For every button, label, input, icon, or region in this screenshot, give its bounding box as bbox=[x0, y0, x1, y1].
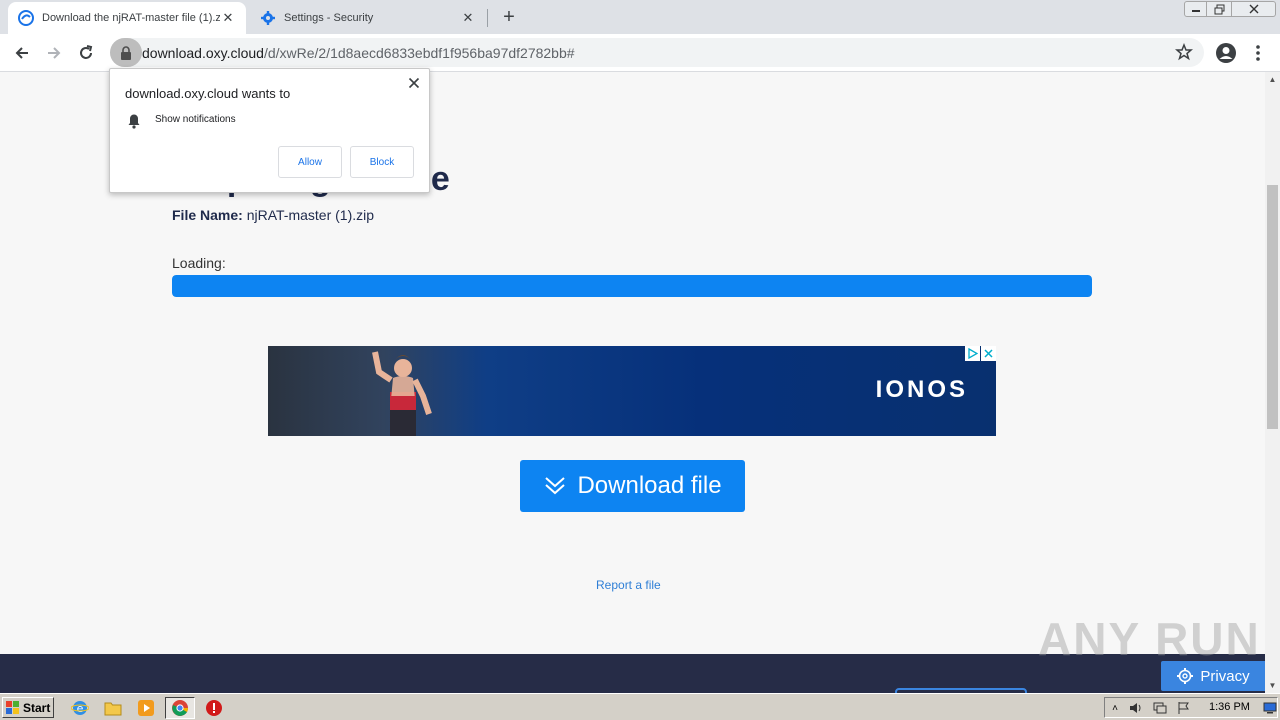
tab-strip: Download the njRAT-master file (1).zip ✕… bbox=[0, 0, 1280, 34]
restore-icon bbox=[1214, 4, 1224, 14]
loading-progress-bar bbox=[172, 275, 1092, 297]
chrome-taskbar-button[interactable] bbox=[165, 697, 195, 719]
media-player-icon[interactable] bbox=[136, 698, 156, 718]
loading-label: Loading: bbox=[172, 255, 226, 271]
arrow-left-icon bbox=[15, 47, 28, 59]
scrollbar-thumb[interactable] bbox=[1267, 185, 1278, 429]
notification-permission-popup: download.oxy.cloud wants to Show notific… bbox=[109, 68, 430, 193]
ad-brand-text: IONOS bbox=[875, 376, 968, 403]
oxy-cloud-favicon-icon bbox=[18, 10, 34, 26]
site-info-button[interactable] bbox=[110, 38, 142, 67]
minimize-icon bbox=[1191, 10, 1200, 12]
network-icon[interactable] bbox=[1153, 701, 1167, 715]
bell-icon bbox=[128, 114, 140, 129]
close-window-button[interactable] bbox=[1232, 1, 1276, 17]
volume-icon[interactable] bbox=[1129, 701, 1143, 715]
desktop-icon bbox=[1263, 702, 1277, 714]
block-button[interactable]: Block bbox=[350, 146, 414, 178]
flag-icon bbox=[1178, 702, 1189, 714]
address-bar[interactable]: download.oxy.cloud/d/xwRe/2/1d8aecd6833e… bbox=[110, 38, 1204, 67]
antivirus-icon[interactable] bbox=[204, 698, 224, 718]
star-icon bbox=[1175, 42, 1193, 61]
popup-close-button[interactable] bbox=[406, 75, 422, 91]
tray-expand-icon[interactable]: ˄ bbox=[1108, 701, 1122, 715]
ad-choices-button[interactable] bbox=[965, 346, 980, 361]
stop-sign-icon bbox=[206, 700, 222, 716]
show-desktop-icon[interactable] bbox=[1263, 701, 1277, 715]
chrome-icon bbox=[172, 700, 189, 716]
more-vert-icon bbox=[1256, 45, 1260, 61]
system-tray: ˄ 1:36 PM bbox=[1104, 697, 1278, 718]
tab-separator bbox=[487, 9, 488, 27]
ad-banner[interactable]: IONOS bbox=[268, 346, 996, 436]
folder-icon bbox=[104, 702, 122, 716]
close-tab-icon[interactable]: ✕ bbox=[220, 10, 236, 26]
popup-title: download.oxy.cloud wants to bbox=[125, 86, 291, 101]
taskbar-clock[interactable]: 1:36 PM bbox=[1209, 701, 1250, 713]
tab-settings[interactable]: Settings - Security ✕ bbox=[250, 2, 486, 34]
close-icon bbox=[408, 77, 420, 89]
minimize-window-button[interactable] bbox=[1184, 1, 1207, 17]
tab-download[interactable]: Download the njRAT-master file (1).zip ✕ bbox=[8, 2, 246, 34]
windows-logo-icon bbox=[6, 701, 19, 714]
ie-glyph-icon: e bbox=[71, 701, 89, 715]
new-tab-button[interactable]: + bbox=[498, 6, 520, 28]
ad-choices bbox=[964, 346, 996, 361]
privacy-button[interactable]: Privacy bbox=[1161, 661, 1265, 691]
tab-title: Settings - Security bbox=[284, 12, 374, 24]
file-explorer-icon[interactable] bbox=[103, 698, 123, 718]
close-tab-icon[interactable]: ✕ bbox=[460, 10, 476, 26]
play-icon bbox=[138, 700, 154, 716]
reload-icon bbox=[80, 45, 93, 59]
ad-play-icon bbox=[968, 348, 978, 359]
gear-icon bbox=[1177, 668, 1194, 684]
file-name-value: njRAT-master (1).zip bbox=[246, 207, 375, 223]
url-text: download.oxy.cloud/d/xwRe/2/1d8aecd6833e… bbox=[142, 45, 575, 61]
monitor-icon bbox=[1153, 702, 1167, 714]
windows-taskbar: Start e ˄ 1:36 PM bbox=[0, 693, 1280, 720]
close-icon bbox=[984, 349, 993, 358]
restore-window-button[interactable] bbox=[1207, 1, 1232, 17]
reload-button[interactable] bbox=[73, 40, 99, 66]
svg-text:e: e bbox=[77, 702, 84, 715]
download-file-label: Download file bbox=[577, 472, 722, 499]
download-file-button[interactable]: Download file bbox=[520, 460, 745, 512]
start-button[interactable]: Start bbox=[2, 697, 54, 718]
scroll-down-arrow-icon[interactable]: ▼ bbox=[1265, 678, 1280, 693]
menu-button[interactable] bbox=[1250, 42, 1266, 64]
permission-text: Show notifications bbox=[155, 114, 236, 125]
allow-button[interactable]: Allow bbox=[278, 146, 342, 178]
speaker-icon bbox=[1130, 703, 1141, 713]
url-host: download.oxy.cloud bbox=[142, 45, 264, 61]
arrow-right-icon bbox=[48, 47, 61, 59]
file-name: File Name: njRAT-master (1).zip bbox=[172, 207, 374, 223]
url-path: /d/xwRe/2/1d8aecd6833ebdf1f956ba97df2782… bbox=[263, 45, 575, 61]
tab-title: Download the njRAT-master file (1).zip bbox=[42, 12, 220, 24]
browser-toolbar: download.oxy.cloud/d/xwRe/2/1d8aecd6833e… bbox=[0, 34, 1280, 72]
start-label: Start bbox=[23, 700, 51, 715]
forward-button[interactable] bbox=[41, 40, 67, 66]
close-icon bbox=[1249, 4, 1258, 14]
report-file-link[interactable]: Report a file bbox=[596, 578, 661, 592]
scroll-up-arrow-icon[interactable]: ▲ bbox=[1265, 72, 1280, 87]
gear-icon bbox=[261, 11, 275, 25]
bookmark-button[interactable] bbox=[1175, 42, 1197, 65]
action-center-flag-icon[interactable] bbox=[1177, 701, 1191, 715]
account-icon bbox=[1216, 43, 1236, 63]
internet-explorer-icon[interactable]: e bbox=[70, 698, 90, 718]
ad-person-image bbox=[372, 351, 432, 436]
file-name-label: File Name: bbox=[172, 207, 243, 223]
anyrun-watermark: ANY RUN bbox=[1038, 613, 1261, 665]
privacy-label: Privacy bbox=[1200, 667, 1250, 685]
double-chevron-down-icon bbox=[545, 477, 566, 495]
loading-progress-fill bbox=[172, 275, 1092, 297]
lock-icon bbox=[121, 45, 131, 60]
profile-button[interactable] bbox=[1215, 42, 1237, 64]
back-button[interactable] bbox=[9, 40, 35, 66]
ad-close-button[interactable] bbox=[981, 346, 996, 361]
page-scrollbar[interactable]: ▲ ▼ bbox=[1265, 72, 1280, 693]
